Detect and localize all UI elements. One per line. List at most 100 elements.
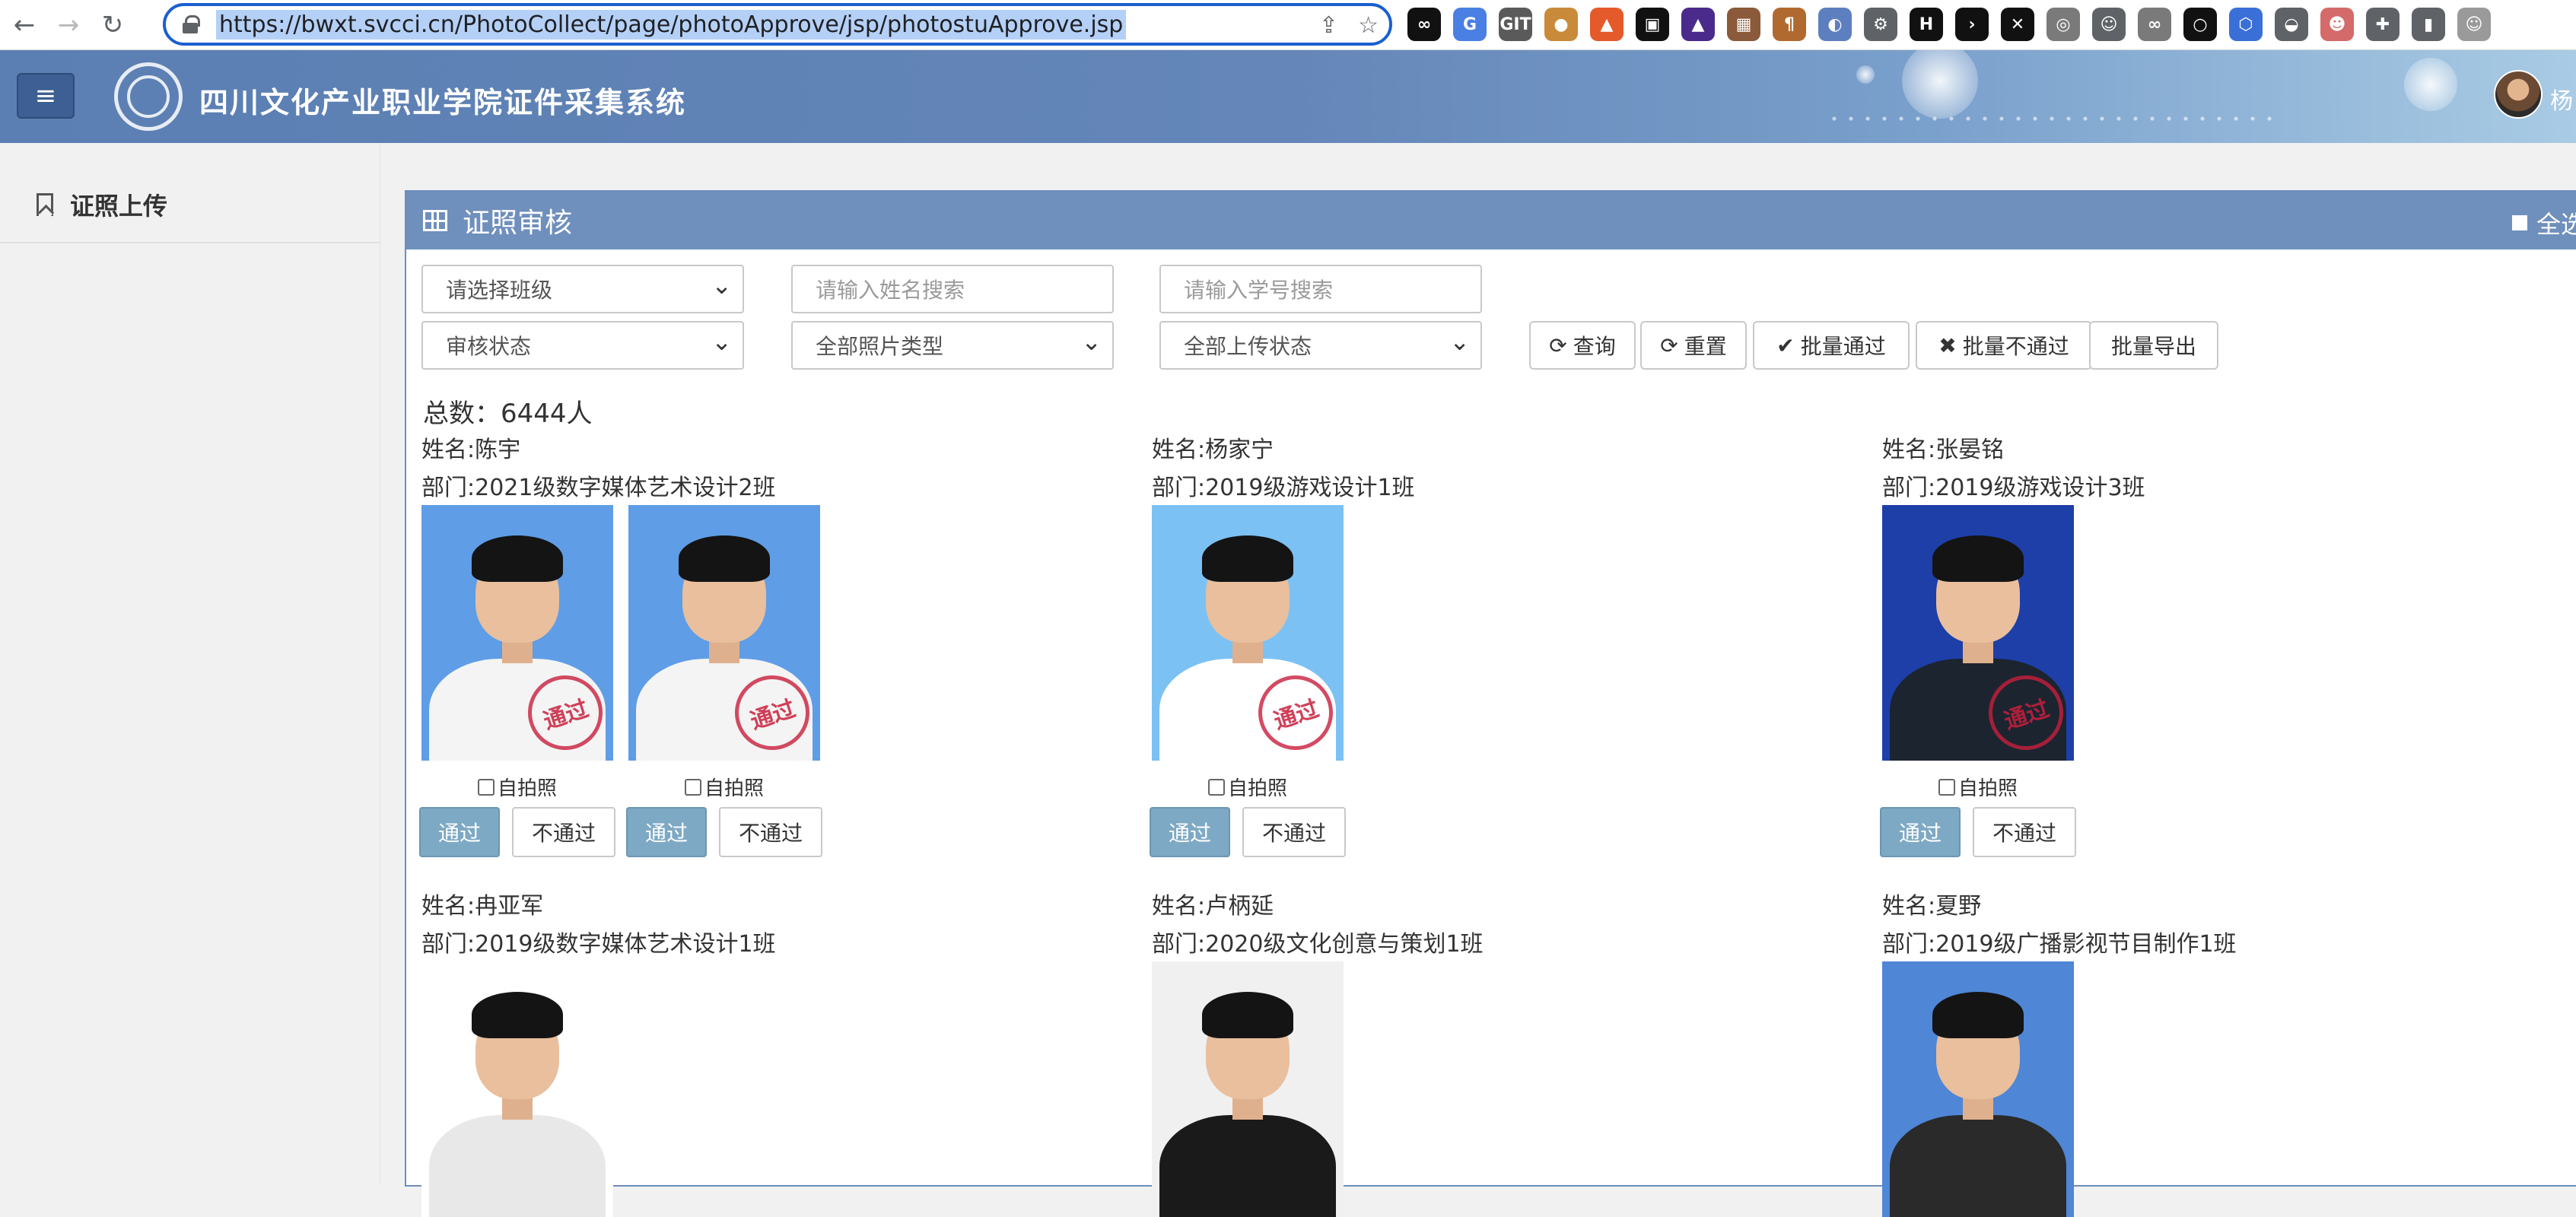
extension-icon[interactable]: H: [1910, 8, 1943, 41]
extension-icon[interactable]: ›: [1955, 8, 1989, 41]
photo-body: [1890, 1114, 2066, 1217]
app-header: ≡ 四川文化产业职业学院证件采集系统 杨: [0, 50, 2576, 143]
header-glow-decoration: [2404, 58, 2457, 111]
photo-hair: [1201, 992, 1294, 1038]
id-photo[interactable]: [421, 961, 613, 1217]
checkbox-icon[interactable]: [1938, 778, 1955, 796]
student-name: 姓名:夏野: [1882, 893, 1982, 920]
class-select[interactable]: 请选择班级: [421, 265, 744, 313]
extension-icon[interactable]: ⚙: [1864, 8, 1897, 41]
photo-hair: [471, 535, 564, 582]
reject-button[interactable]: 不通过: [512, 807, 615, 857]
batch-pass-button[interactable]: ✔ 批量通过: [1753, 321, 1910, 370]
reset-label: 重置: [1684, 334, 1727, 359]
lock-icon[interactable]: [183, 15, 200, 33]
selfie-label: 自拍照: [1957, 777, 2018, 800]
checkbox-icon[interactable]: [684, 778, 701, 796]
total-count: 总数：6444人: [423, 399, 593, 429]
name-search-input[interactable]: 请输入姓名搜索: [791, 265, 1114, 313]
extension-icon[interactable]: ▣: [1636, 8, 1669, 41]
photo-block: [1882, 961, 2074, 1217]
checkbox-icon[interactable]: [2512, 215, 2527, 230]
selfie-checkbox[interactable]: 自拍照: [1938, 773, 2018, 801]
student-card: 姓名:杨家宁 部门:2019级游戏设计1班 通过 自拍照 通过 不通过: [1150, 431, 1415, 857]
reject-button[interactable]: 不通过: [1242, 807, 1346, 857]
id-photo[interactable]: 通过: [1152, 505, 1344, 761]
id-photo[interactable]: 通过: [1882, 505, 2074, 761]
sidebar-item-label: 证照上传: [70, 192, 168, 221]
batch-reject-button[interactable]: ✖ 批量不通过: [1916, 321, 2092, 370]
user-avatar[interactable]: [2494, 70, 2543, 119]
student-name: 姓名:冉亚军: [421, 893, 544, 920]
reload-icon[interactable]: ↻: [93, 5, 132, 45]
extension-icon[interactable]: ¶: [1773, 8, 1806, 41]
student-card: 姓名:张晏铭 部门:2019级游戏设计3班 通过 自拍照 通过 不通过: [1880, 431, 2145, 857]
query-button[interactable]: ⟳ 查询: [1529, 321, 1636, 370]
pass-button[interactable]: 通过: [1150, 807, 1230, 857]
photo-block: 通过 自拍照 通过 不通过: [419, 505, 615, 857]
extension-icon[interactable]: ☺: [2457, 8, 2491, 41]
selfie-label: 自拍照: [1227, 777, 1287, 800]
forward-arrow-icon[interactable]: →: [49, 5, 88, 45]
extension-icon[interactable]: ☺: [2092, 8, 2126, 41]
id-photo[interactable]: 通过: [421, 505, 613, 761]
sidebar-item-photo-upload[interactable]: 证照上传: [0, 167, 380, 243]
photo-body: [429, 1114, 606, 1217]
photo-body: [1159, 1114, 1336, 1217]
menu-toggle-button[interactable]: ≡: [17, 73, 75, 119]
selfie-checkbox[interactable]: 自拍照: [477, 773, 557, 801]
id-photo[interactable]: [1152, 961, 1344, 1217]
reject-button[interactable]: 不通过: [719, 807, 822, 857]
extension-icon[interactable]: GIT: [1499, 8, 1532, 41]
extension-icon[interactable]: ▦: [1727, 8, 1760, 41]
panel-header: 证照审核 全选: [406, 192, 2576, 249]
pass-button[interactable]: 通过: [626, 807, 707, 857]
extension-icon[interactable]: ✕: [2001, 8, 2034, 41]
back-arrow-icon[interactable]: ←: [5, 5, 44, 45]
extension-icon[interactable]: ⬡: [2229, 8, 2263, 41]
checkbox-icon[interactable]: [1207, 778, 1225, 796]
extension-icon[interactable]: ▮: [2412, 8, 2445, 41]
url-text[interactable]: https://bwxt.svcci.cn/PhotoCollect/page/…: [216, 9, 1127, 40]
extension-icon[interactable]: ✚: [2366, 8, 2399, 41]
extension-icon[interactable]: ▲: [1681, 8, 1715, 41]
photo-hair: [1932, 535, 2024, 582]
student-id-search-input[interactable]: 请输入学号搜索: [1159, 265, 1482, 313]
pass-button[interactable]: 通过: [1880, 807, 1961, 857]
extension-icon[interactable]: ◐: [1818, 8, 1852, 41]
reject-button[interactable]: 不通过: [1973, 807, 2076, 857]
extension-icon[interactable]: ●: [1544, 8, 1578, 41]
id-photo[interactable]: 通过: [628, 505, 820, 761]
selfie-checkbox[interactable]: 自拍照: [684, 773, 764, 801]
checkbox-icon[interactable]: [477, 778, 495, 796]
batch-pass-label: 批量通过: [1800, 334, 1886, 359]
photo-type-select[interactable]: 全部照片类型: [791, 321, 1114, 370]
user-name[interactable]: 杨: [2550, 82, 2573, 116]
address-bar[interactable]: https://bwxt.svcci.cn/PhotoCollect/page/…: [163, 3, 1392, 46]
check-icon: ✔: [1776, 332, 1795, 358]
bookmark-star-icon[interactable]: ☆: [1358, 12, 1379, 39]
extension-icon[interactable]: G: [1453, 8, 1487, 41]
extension-icon[interactable]: ◒: [2275, 8, 2308, 41]
photo-hair: [678, 535, 771, 582]
extension-icon[interactable]: ∞: [2138, 8, 2171, 41]
pass-button[interactable]: 通过: [419, 807, 500, 857]
table-icon: [423, 210, 447, 231]
extension-icon[interactable]: ▲: [1590, 8, 1624, 41]
extension-icon[interactable]: ◎: [2046, 8, 2080, 41]
extension-icon[interactable]: ○: [2183, 8, 2217, 41]
review-status-select[interactable]: 审核状态: [421, 321, 744, 370]
batch-export-button[interactable]: 批量导出: [2089, 321, 2218, 370]
id-photo[interactable]: [1882, 961, 2074, 1217]
refresh-icon: ⟳: [1660, 332, 1678, 358]
share-icon[interactable]: ⇪: [1319, 12, 1338, 39]
select-all-checkbox[interactable]: 全选: [2512, 205, 2576, 240]
selfie-checkbox[interactable]: 自拍照: [1207, 773, 1287, 801]
panel-title: 证照审核: [463, 208, 573, 239]
extension-icon[interactable]: ∞: [1407, 8, 1441, 41]
extension-icon[interactable]: ☻: [2320, 8, 2354, 41]
student-department: 部门:2021级数字媒体艺术设计2班: [421, 475, 776, 501]
header-glow-decoration: [1856, 65, 1875, 84]
upload-status-select[interactable]: 全部上传状态: [1159, 321, 1482, 370]
reset-button[interactable]: ⟳ 重置: [1640, 321, 1747, 370]
